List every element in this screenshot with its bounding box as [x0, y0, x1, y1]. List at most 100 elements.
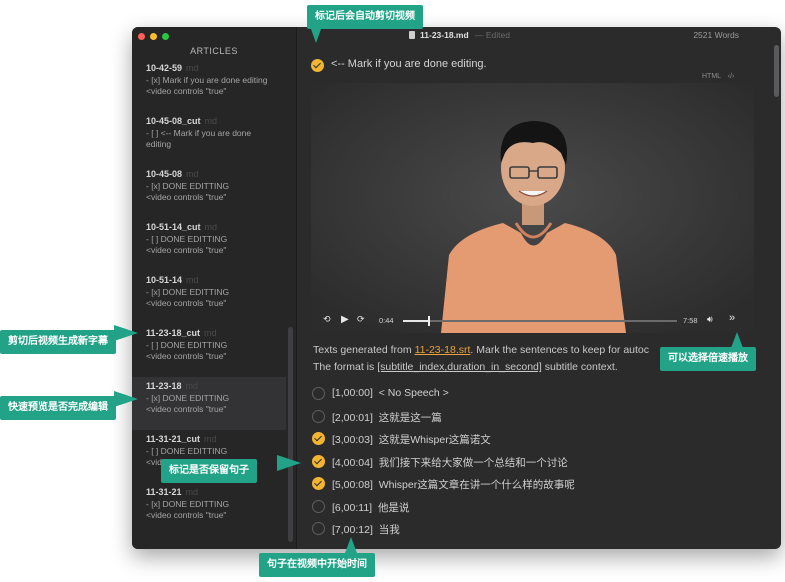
keep-sentence-checkbox[interactable] — [312, 387, 325, 400]
window-controls — [138, 33, 169, 40]
editor-pane: 11-23-18.md — Edited 2521 Words <-- Mark… — [297, 27, 781, 549]
file-name: 11-31-21_cut md — [146, 433, 272, 446]
current-time: 0:44 — [379, 316, 394, 325]
subtitle-row: [5,00:08] Whisper这篇文章在讲一个什么样的故事呢 — [311, 476, 751, 492]
source-text-prefix: Texts generated from — [313, 344, 415, 356]
subtitle-index: [4,00:04] — [332, 456, 373, 469]
callout-keep-sentence-arrow — [277, 455, 301, 471]
volume-icon[interactable]: 🔊︎ — [707, 314, 713, 325]
keep-sentence-checkbox[interactable] — [312, 432, 325, 445]
callout-keep-sentence: 标记是否保留句子 — [161, 459, 257, 483]
duration: 7:58 — [683, 316, 698, 325]
callout-playback-speed: 可以选择倍速播放 — [660, 347, 756, 371]
file-extension: md — [185, 381, 199, 391]
done-editing-checkbox[interactable] — [311, 59, 324, 72]
keep-sentence-checkbox[interactable] — [312, 477, 325, 490]
document-status: — Edited — [475, 30, 510, 40]
video-player[interactable]: ⟲ ▶ ⟳ 0:44 7:58 🔊︎ » — [311, 83, 754, 333]
file-item[interactable]: 11-23-18_cut md - [ ] DONE EDITTING <video … — [132, 324, 286, 377]
subtitle-row: [2,00:01] 这就是这一篇 — [311, 409, 751, 425]
file-preview-line: - [x] DONE EDITTING — [146, 499, 230, 509]
file-preview-line: editing — [146, 139, 172, 149]
subtitle-sentence: 他是说 — [377, 501, 410, 514]
file-preview-line: <video controls "true" — [146, 298, 227, 308]
file-extension: md — [204, 434, 217, 444]
file-item[interactable]: 10-45-08 md - [x] DONE EDITTING <video cont… — [132, 165, 286, 218]
callout-quick-preview-arrow — [114, 391, 138, 407]
keep-sentence-checkbox[interactable] — [312, 454, 325, 468]
subtitle-text: [7,00:12] 当我 — [332, 522, 400, 537]
play-icon[interactable]: ▶ — [341, 314, 349, 325]
callout-playback-speed-arrow — [731, 332, 743, 348]
file-preview-line: - [ ] DONE EDITTING — [146, 446, 228, 456]
file-name-text: 10-45-08_cut — [146, 116, 201, 126]
srt-link[interactable]: 11-23-18.srt — [415, 344, 471, 356]
file-name-text: 10-51-14_cut — [146, 222, 201, 232]
subtitle-sentence: 这就是这一篇 — [378, 411, 442, 424]
seek-progress — [403, 320, 429, 322]
file-preview-line: - [ ] <-- Mark if you are done — [146, 128, 252, 138]
subtitle-index: [1,00:00] — [332, 387, 373, 399]
file-item[interactable]: 10-51-14 md - [x] DONE EDITTING <video cont… — [132, 271, 286, 324]
seek-bar[interactable] — [403, 316, 677, 326]
file-item[interactable]: 10-45-08_cut md - [ ] <-- Mark if you are … — [132, 112, 286, 165]
file-name: 10-42-59 md — [146, 62, 272, 75]
file-name: 10-45-08_cut md — [146, 115, 272, 128]
keep-sentence-checkbox[interactable] — [312, 522, 325, 535]
file-item[interactable]: 11-31-21 md - [x] DONE EDITTING <video cont… — [132, 483, 286, 536]
file-name: 10-45-08 md — [146, 168, 272, 181]
code-icon[interactable]: ‹/› — [728, 73, 735, 80]
title-bar: 11-23-18.md — Edited 2521 Words — [297, 30, 781, 44]
file-extension: md — [204, 222, 218, 232]
html-label-text: HTML — [702, 73, 721, 80]
file-name: 11-23-18_cut md — [146, 327, 272, 340]
word-count: 2521 Words — [693, 30, 739, 40]
playback-speed-icon[interactable]: » — [729, 312, 735, 324]
format-paragraph: The format is [subtitle_index,duration_i… — [313, 361, 618, 373]
subtitle-sentence: 这就是Whisper这篇诺文 — [378, 434, 491, 446]
file-item[interactable]: 10-42-59 md - [x] Mark if you are done edi… — [132, 59, 286, 112]
format-text-suffix: subtitle context. — [541, 361, 618, 373]
file-name-text: 11-31-21_cut — [146, 434, 201, 444]
file-preview-line: - [ ] DONE EDITTING — [146, 234, 228, 244]
file-name-text: 11-31-21 — [146, 487, 182, 497]
format-code: [subtitle_index,duration_in_second] — [377, 361, 542, 373]
zoom-window-button[interactable] — [162, 33, 169, 40]
file-preview-line: <video controls "true" — [146, 86, 227, 96]
file-preview-line: <video controls "true" — [146, 245, 227, 255]
file-extension: md — [185, 487, 199, 497]
file-extension: md — [186, 169, 199, 179]
file-item[interactable]: 11-23-18 md - [x] DONE EDITTING <video cont… — [132, 377, 286, 430]
file-extension: md — [186, 275, 199, 285]
callout-new-subtitle-arrow — [114, 325, 138, 341]
minimize-window-button[interactable] — [150, 33, 157, 40]
source-text-suffix: . Mark the sentences to keep for autoc — [470, 344, 650, 356]
callout-start-time-arrow — [345, 537, 357, 553]
source-paragraph: Texts generated from 11-23-18.srt. Mark … — [313, 344, 649, 356]
keep-sentence-checkbox[interactable] — [312, 409, 325, 423]
done-editing-label: <-- Mark if you are done editing. — [331, 58, 487, 70]
subtitle-row: [7,00:12] 当我 — [311, 521, 751, 537]
seek-knob[interactable] — [428, 316, 431, 326]
keep-sentence-checkbox[interactable] — [312, 499, 325, 513]
close-window-button[interactable] — [138, 33, 145, 40]
subtitle-index: [6,00:11] — [332, 501, 373, 514]
file-item[interactable]: 10-51-14_cut md - [ ] DONE EDITTING <video … — [132, 218, 286, 271]
sidebar-scrollbar[interactable] — [288, 327, 293, 542]
editor-scrollbar[interactable] — [774, 45, 779, 97]
subtitle-row: [1,00:00] < No Speech > — [311, 386, 751, 402]
subtitle-index: [2,00:01] — [332, 411, 373, 424]
rewind-icon[interactable]: ⟲ — [323, 314, 331, 325]
subtitle-text: [6,00:11] 他是说 — [332, 500, 409, 515]
document-title: 11-23-18.md — [420, 30, 469, 40]
video-controls: ⟲ ▶ ⟳ 0:44 7:58 🔊︎ » — [311, 307, 754, 333]
file-extension: md — [204, 116, 218, 126]
file-preview-line: - [x] DONE EDITTING — [146, 393, 230, 403]
subtitle-row: [3,00:03] 这就是Whisper这篇诺文 — [311, 431, 751, 447]
forward-icon[interactable]: ⟳ — [357, 314, 365, 325]
subtitle-text: [2,00:01] 这就是这一篇 — [332, 410, 442, 425]
subtitle-index: [5,00:08] — [332, 479, 373, 491]
file-preview-line: <video controls "true" — [146, 192, 227, 202]
subtitle-text: [5,00:08] Whisper这篇文章在讲一个什么样的故事呢 — [332, 477, 575, 492]
subtitle-index: [3,00:03] — [332, 434, 373, 446]
